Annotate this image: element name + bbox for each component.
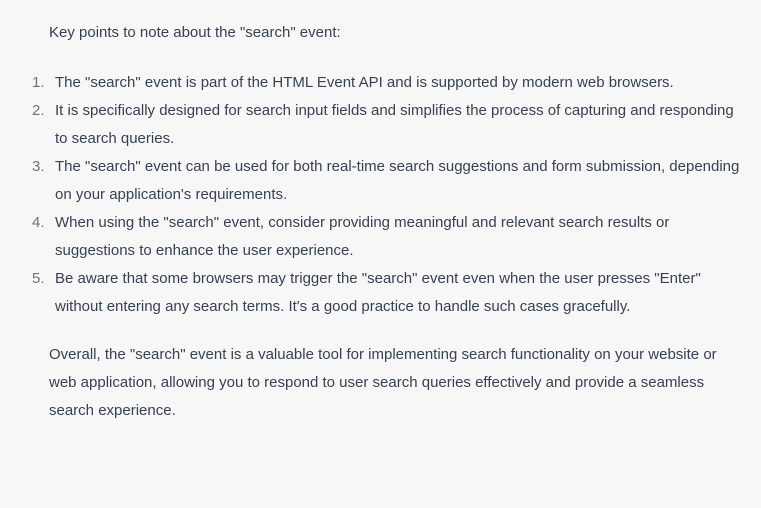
list-item: 3. The "search" event can be used for bo… bbox=[32, 153, 741, 209]
list-item: 2. It is specifically designed for searc… bbox=[32, 97, 741, 153]
list-item: 4. When using the "search" event, consid… bbox=[32, 209, 741, 265]
outro-paragraph: Overall, the "search" event is a valuabl… bbox=[49, 346, 717, 419]
list-item: 1. The "search" event is part of the HTM… bbox=[32, 69, 741, 97]
list-number: 4. bbox=[32, 214, 45, 231]
list-item-text: When using the "search" event, consider … bbox=[55, 214, 670, 259]
key-points-list: 1. The "search" event is part of the HTM… bbox=[32, 69, 741, 321]
list-number: 5. bbox=[32, 270, 45, 287]
list-item-text: The "search" event can be used for both … bbox=[55, 158, 740, 203]
intro-paragraph: Key points to note about the "search" ev… bbox=[49, 24, 341, 41]
list-item-text: It is specifically designed for search i… bbox=[55, 102, 734, 147]
list-item-text: Be aware that some browsers may trigger … bbox=[55, 270, 701, 315]
list-item-text: The "search" event is part of the HTML E… bbox=[55, 74, 674, 91]
assistant-message: Key points to note about the "search" ev… bbox=[0, 0, 761, 508]
list-number: 1. bbox=[32, 74, 45, 91]
list-number: 3. bbox=[32, 158, 45, 175]
list-number: 2. bbox=[32, 102, 45, 119]
list-item: 5. Be aware that some browsers may trigg… bbox=[32, 265, 741, 321]
